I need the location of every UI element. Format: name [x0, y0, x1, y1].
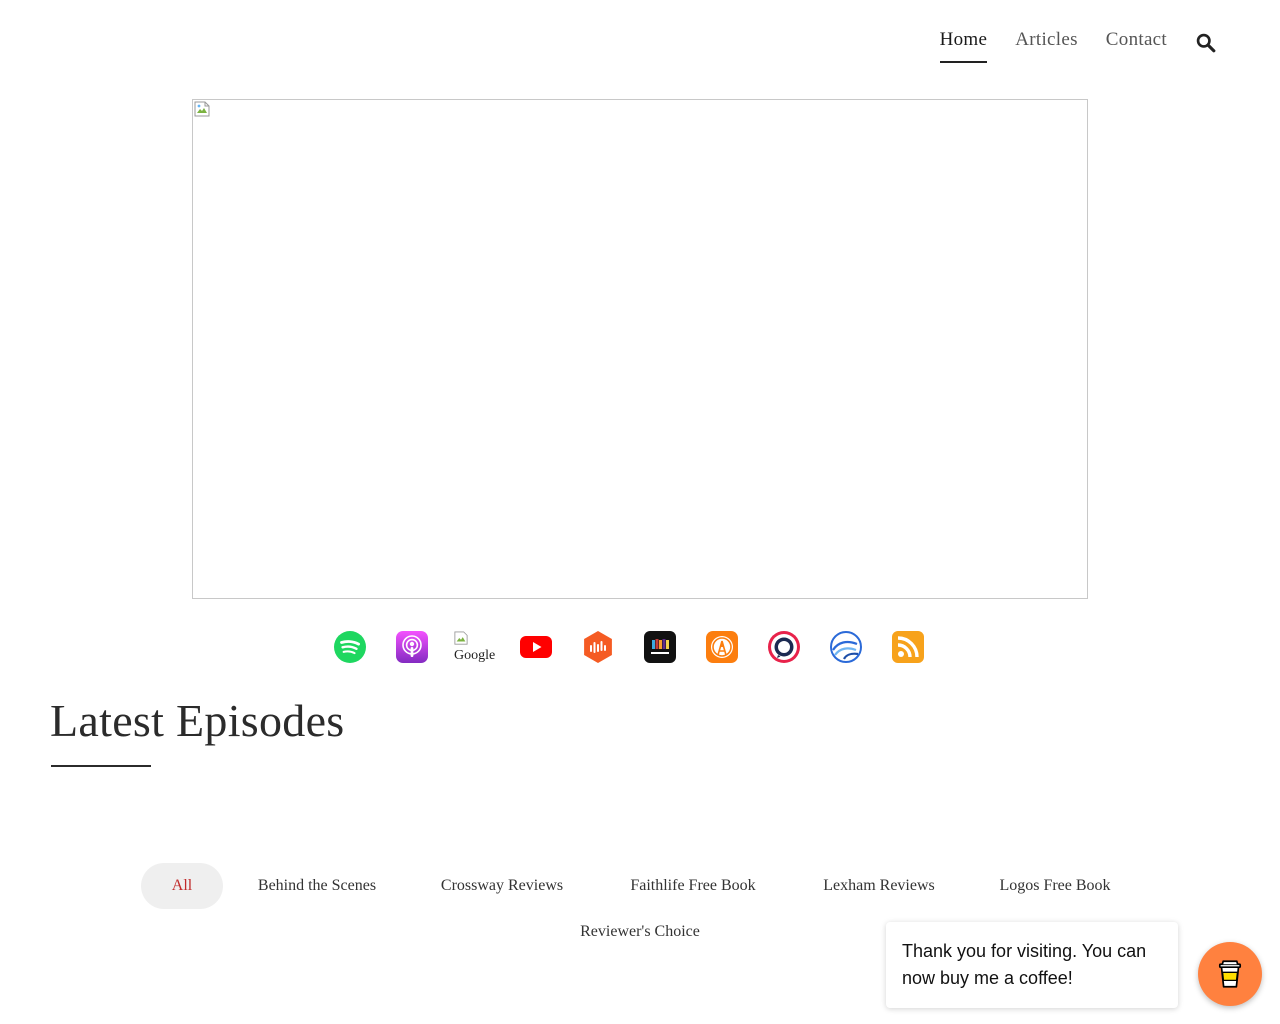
- pocket-casts-icon[interactable]: [768, 631, 800, 663]
- coffee-toast: Thank you for visiting. You can now buy …: [886, 922, 1178, 1008]
- google-podcasts-link[interactable]: Google: [454, 631, 498, 665]
- apple-podcasts-icon[interactable]: [396, 631, 428, 663]
- latest-episodes-title: Latest Episodes: [50, 695, 345, 746]
- filter-lexham-reviews[interactable]: Lexham Reviews: [810, 863, 948, 909]
- broken-image-icon: [194, 101, 210, 117]
- broken-image-icon: [454, 631, 468, 645]
- breaker-icon[interactable]: [830, 631, 862, 663]
- search-icon[interactable]: [1194, 31, 1216, 53]
- filter-faithlife-free-book[interactable]: Faithlife Free Book: [618, 863, 768, 909]
- page: Home Articles Contact Google Latest Epis…: [0, 0, 1280, 1024]
- nav-contact[interactable]: Contact: [1106, 29, 1167, 55]
- filter-crossway-reviews[interactable]: Crossway Reviews: [430, 863, 574, 909]
- filter-all[interactable]: All: [141, 863, 223, 909]
- title-underline: [51, 765, 151, 767]
- youtube-icon[interactable]: [520, 631, 552, 663]
- coffee-cup-icon: [1218, 960, 1242, 988]
- castbox-icon[interactable]: [582, 631, 614, 663]
- rss-icon[interactable]: [892, 631, 924, 663]
- nav-home[interactable]: Home: [939, 29, 988, 63]
- buy-me-a-coffee-button[interactable]: [1198, 942, 1262, 1006]
- spotify-icon[interactable]: [334, 631, 366, 663]
- nav-articles[interactable]: Articles: [1015, 29, 1078, 55]
- toast-message: Thank you for visiting. You can now buy …: [902, 941, 1147, 988]
- filter-behind-the-scenes[interactable]: Behind the Scenes: [246, 863, 388, 909]
- overcast-icon[interactable]: [706, 631, 738, 663]
- filter-logos-free-book[interactable]: Logos Free Book: [990, 863, 1120, 909]
- main-nav: Home Articles Contact: [912, 26, 1216, 63]
- stitcher-icon[interactable]: [644, 631, 676, 663]
- filter-reviewers-choice[interactable]: Reviewer's Choice: [566, 909, 714, 955]
- google-alt-text: Google: [454, 648, 496, 663]
- hero-image: [192, 99, 1088, 599]
